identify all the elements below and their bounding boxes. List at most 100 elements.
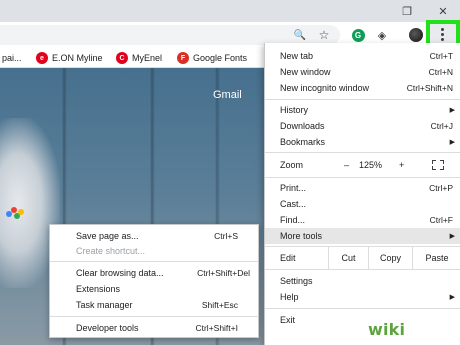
eon-icon: e [36,52,48,64]
menu-item-label: Clear browsing data... [76,267,164,278]
zoom-level: 125% [359,160,383,170]
submenu-item-clear-browsing[interactable]: Clear browsing data... Ctrl+Shift+Del [50,265,258,280]
shortcut-label: Shift+Esc [201,299,238,310]
enel-icon: C [116,52,128,64]
close-window-button[interactable]: ✕ [428,0,458,22]
cut-button[interactable]: Cut [328,247,368,269]
menu-item-settings[interactable]: Settings [265,273,460,289]
shortcut-label: Ctrl+F [429,215,453,225]
avatar [409,28,423,42]
menu-separator [265,308,460,309]
bookmark-label: pai... [2,53,22,63]
menu-separator [50,261,258,262]
gmail-link[interactable]: Gmail [213,89,242,101]
menu-item-label: Edit [280,253,296,263]
menu-item-downloads[interactable]: Downloads Ctrl+J [265,118,460,134]
menu-item-more-tools[interactable]: More tools ▶ [265,228,460,244]
menu-item-zoom: Zoom – 125% + [265,156,460,174]
more-tools-submenu: Save page as... Ctrl+S Create shortcut..… [49,224,259,338]
bookmark-label: Google Fonts [193,53,248,63]
menu-item-label: Cast... [280,199,307,209]
address-bar[interactable] [0,25,340,45]
menu-item-history[interactable]: History ▶ [265,102,460,118]
menu-separator [265,152,460,153]
menu-item-label: Bookmarks [280,137,326,147]
menu-item-bookmarks[interactable]: Bookmarks ▶ [265,134,460,150]
chrome-menu: New tab Ctrl+T New window Ctrl+N New inc… [264,43,460,345]
menu-separator [265,99,460,100]
menu-item-label: History [280,105,309,115]
menu-item-label: Help [280,292,299,302]
shortcut-label: Ctrl+S [214,230,238,241]
menu-separator [265,269,460,270]
menu-item-label: Zoom [280,160,304,170]
menu-item-new-window[interactable]: New window Ctrl+N [265,64,460,80]
shortcut-label: Ctrl+Shift+N [406,83,453,93]
zoom-icon[interactable]: 🔍 [290,25,310,45]
menu-item-new-incognito[interactable]: New incognito window Ctrl+Shift+N [265,80,460,96]
bookmark-item[interactable]: pai... [2,51,22,65]
bookmark-google-fonts[interactable]: F Google Fonts [177,51,247,65]
menu-item-new-tab[interactable]: New tab Ctrl+T [265,48,460,64]
menu-separator [50,316,258,317]
zoom-out-button[interactable]: – [344,160,349,170]
restore-window-button[interactable]: ❐ [392,0,422,22]
menu-item-label: Print... [280,183,307,193]
watermark-wiki: wiki [368,320,406,339]
menu-item-edit: Edit Cut Copy Paste [265,247,460,269]
menu-icon [441,28,444,41]
copy-button[interactable]: Copy [368,247,412,269]
menu-item-label: Exit [280,315,296,325]
bookmark-star-icon[interactable]: ☆ [314,25,334,45]
wikihow-watermark: wikiHow [368,320,445,339]
menu-item-label: Developer tools [76,322,139,333]
menu-item-label: New incognito window [280,83,370,93]
grammarly-extension-icon[interactable]: G [348,25,368,45]
bookmark-enel[interactable]: C MyEnel [116,51,162,65]
menu-item-label: Downloads [280,121,325,131]
zoom-in-button[interactable]: + [399,160,404,170]
menu-item-label: Create shortcut... [76,245,146,256]
zoom-glyph: 🔍 [293,29,307,41]
profile-avatar-icon[interactable] [406,25,426,45]
fullscreen-icon[interactable] [432,160,444,170]
submenu-item-extensions[interactable]: Extensions [50,281,258,296]
extension-glyph: ◈ [377,29,387,42]
paste-button[interactable]: Paste [412,247,460,269]
extension-icon[interactable]: ◈ [372,25,392,45]
google-fonts-icon: F [177,52,189,64]
star-glyph: ☆ [318,28,330,42]
menu-item-cast[interactable]: Cast... [265,196,460,212]
close-icon: ✕ [438,5,448,18]
bookmark-label: E.ON Myline [52,53,103,63]
menu-item-find[interactable]: Find... Ctrl+F [265,212,460,228]
submenu-item-task-manager[interactable]: Task manager Shift+Esc [50,297,258,312]
shortcut-label: Ctrl+Shift+Del [197,267,250,278]
menu-item-label: Task manager [76,299,133,310]
chevron-right-icon: ▶ [449,294,455,301]
menu-separator [265,177,460,178]
google-logo-icon [6,207,26,219]
extension-letter: G [351,28,365,42]
shortcut-label: Ctrl+T [429,51,453,61]
menu-item-label: More tools [280,231,323,241]
menu-item-label: Save page as... [76,230,139,241]
watermark-how: How [405,320,445,339]
title-bar: ❐ ✕ [0,0,460,22]
menu-item-label: New window [280,67,331,77]
submenu-item-save-page[interactable]: Save page as... Ctrl+S [50,228,258,243]
shortcut-label: Ctrl+J [430,121,453,131]
chevron-right-icon: ▶ [449,107,455,114]
chevron-right-icon: ▶ [449,233,455,240]
shortcut-label: Ctrl+N [428,67,453,77]
menu-item-print[interactable]: Print... Ctrl+P [265,180,460,196]
bookmark-eon[interactable]: e E.ON Myline [36,51,103,65]
submenu-item-developer-tools[interactable]: Developer tools Ctrl+Shift+I [50,320,258,335]
bookmark-label: MyEnel [132,53,163,63]
menu-item-label: New tab [280,51,314,61]
menu-item-label: Find... [280,215,306,225]
menu-item-help[interactable]: Help ▶ [265,289,460,305]
shortcut-label: Ctrl+Shift+I [195,322,238,333]
menu-item-label: Extensions [76,283,121,294]
chevron-right-icon: ▶ [449,139,455,146]
